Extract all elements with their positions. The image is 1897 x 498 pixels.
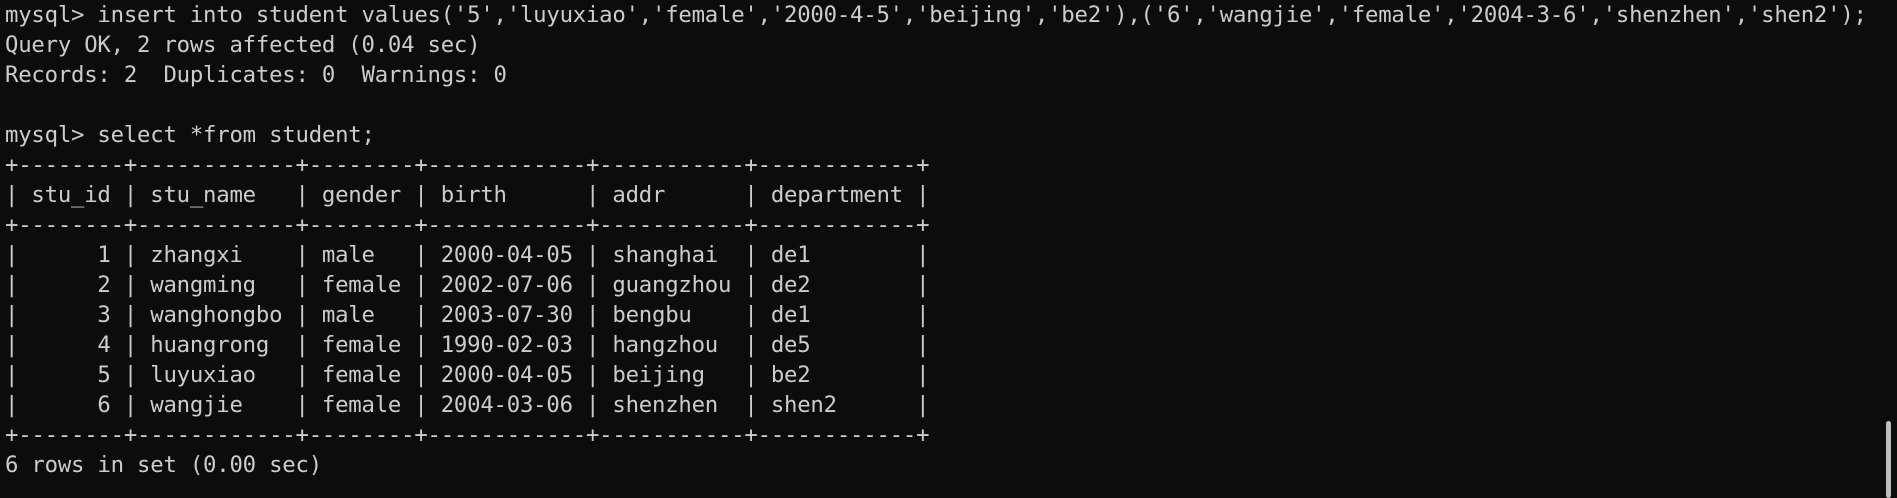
table-header-row: | stu_id | stu_name | gender | birth | a… xyxy=(5,182,930,208)
terminal-line-query-ok: Query OK, 2 rows affected (0.04 sec) xyxy=(5,32,481,58)
table-row: | 1 | zhangxi | male | 2000-04-05 | shan… xyxy=(5,242,930,268)
table-row: | 3 | wanghongbo | male | 2003-07-30 | b… xyxy=(5,302,930,328)
table-header-separator: +--------+------------+--------+--------… xyxy=(5,212,930,238)
terminal-line-row-count: 6 rows in set (0.00 sec) xyxy=(5,452,322,478)
table-row: | 4 | huangrong | female | 1990-02-03 | … xyxy=(5,332,930,358)
vertical-scrollbar[interactable] xyxy=(1880,0,1897,498)
table-border-bottom: +--------+------------+--------+--------… xyxy=(5,422,930,448)
table-row: | 5 | luyuxiao | female | 2000-04-05 | b… xyxy=(5,362,930,388)
terminal-line-insert-command: mysql> insert into student values('5','l… xyxy=(5,2,1867,28)
scrollbar-thumb[interactable] xyxy=(1886,421,1891,498)
table-row: | 6 | wangjie | female | 2004-03-06 | sh… xyxy=(5,392,930,418)
terminal-line-records: Records: 2 Duplicates: 0 Warnings: 0 xyxy=(5,62,507,88)
table-row: | 2 | wangming | female | 2002-07-06 | g… xyxy=(5,272,930,298)
terminal-window[interactable]: mysql> insert into student values('5','l… xyxy=(0,0,1897,498)
terminal-line-select-command: mysql> select *from student; xyxy=(5,122,375,148)
table-border-top: +--------+------------+--------+--------… xyxy=(5,152,930,178)
